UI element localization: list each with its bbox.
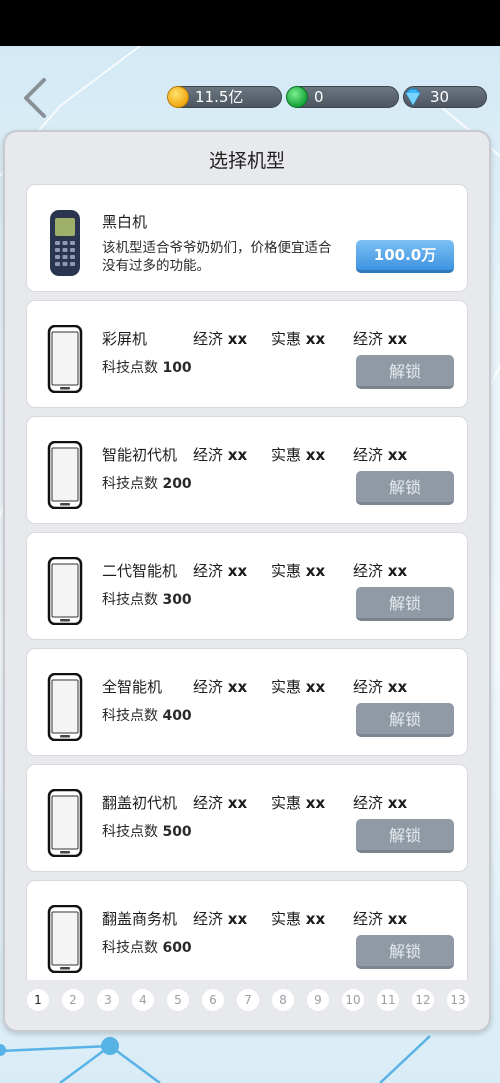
select-model-panel: 选择机型 黑白机 该机型适合爷爷奶奶们，价格便宜适合没有过多的功能。 100.0… (3, 130, 491, 1032)
panel-title: 选择机型 (208, 150, 285, 172)
gold-coin-icon (167, 86, 189, 108)
stat-3: 经济 xx (353, 330, 408, 348)
stat-3: 经济 xx (353, 794, 408, 812)
page-dot-12[interactable]: 12 (412, 989, 434, 1011)
green-gem-icon (286, 86, 308, 108)
stat-1: 经济 xx (193, 330, 248, 348)
model-name: 二代智能机 (102, 562, 178, 580)
page-dot-3[interactable]: 3 (97, 989, 119, 1011)
stat-3: 经济 xx (353, 678, 408, 696)
unlock-button[interactable]: 解锁 (356, 703, 454, 737)
unlock-button[interactable]: 解锁 (356, 819, 454, 853)
chevron-left-icon (24, 78, 46, 118)
tech-points: 科技点数 200 (102, 476, 192, 492)
stat-2: 实惠 xx (271, 678, 326, 696)
tech-points: 科技点数 100 (102, 360, 192, 376)
stat-1: 经济 xx (193, 446, 248, 464)
model-description: 该机型适合爷爷奶奶们，价格便宜适合没有过多的功能。 (102, 240, 332, 274)
smartphone-icon (47, 441, 83, 509)
stat-2: 实惠 xx (271, 910, 326, 928)
gold-counter: 11.5亿 (167, 86, 282, 108)
smartphone-icon (47, 673, 83, 741)
stat-2: 实惠 xx (271, 562, 326, 580)
unlock-button[interactable]: 解锁 (356, 471, 454, 505)
page-dot-11[interactable]: 11 (377, 989, 399, 1011)
model-name: 智能初代机 (102, 446, 178, 464)
tech-points: 科技点数 300 (102, 592, 192, 608)
page-dot-7[interactable]: 7 (237, 989, 259, 1011)
stat-1: 经济 xx (193, 562, 248, 580)
model-name: 黑白机 (102, 213, 148, 231)
back-button[interactable] (18, 76, 54, 120)
green-points-value: 0 (314, 88, 324, 106)
model-list[interactable]: 黑白机 该机型适合爷爷奶奶们，价格便宜适合没有过多的功能。 100.0万 彩屏机… (26, 184, 470, 980)
stat-1: 经济 xx (193, 678, 248, 696)
model-name: 彩屏机 (102, 330, 148, 348)
model-card-featured: 黑白机 该机型适合爷爷奶奶们，价格便宜适合没有过多的功能。 100.0万 (26, 184, 468, 292)
diamond-icon (402, 86, 424, 108)
stat-2: 实惠 xx (271, 794, 326, 812)
model-name: 翻盖商务机 (102, 910, 178, 928)
stat-3: 经济 xx (353, 562, 408, 580)
stat-1: 经济 xx (193, 794, 248, 812)
page-dot-2[interactable]: 2 (62, 989, 84, 1011)
page-dot-9[interactable]: 9 (307, 989, 329, 1011)
page-indicator: 1 2 3 4 5 6 7 8 9 10 11 12 13 (27, 989, 471, 1011)
model-card-5: 翻盖初代机 经济 xx 实惠 xx 经济 xx 科技点数 500 解锁 (26, 764, 468, 872)
smartphone-icon (47, 557, 83, 625)
stat-2: 实惠 xx (271, 330, 326, 348)
feature-phone-icon (50, 210, 80, 276)
smartphone-icon (47, 789, 83, 857)
tech-points: 科技点数 500 (102, 824, 192, 840)
model-card-4: 全智能机 经济 xx 实惠 xx 经济 xx 科技点数 400 解锁 (26, 648, 468, 756)
stat-3: 经济 xx (353, 446, 408, 464)
smartphone-icon (47, 905, 83, 973)
page-dot-5[interactable]: 5 (167, 989, 189, 1011)
model-name: 全智能机 (102, 678, 163, 696)
model-card-2: 智能初代机 经济 xx 实惠 xx 经济 xx 科技点数 200 解锁 (26, 416, 468, 524)
gold-value: 11.5亿 (195, 88, 244, 106)
page-dot-1[interactable]: 1 (27, 989, 49, 1011)
page-dot-10[interactable]: 10 (342, 989, 364, 1011)
page-dot-6[interactable]: 6 (202, 989, 224, 1011)
diamond-value: 30 (430, 88, 450, 106)
stat-3: 经济 xx (353, 910, 408, 928)
status-bar (0, 0, 500, 46)
model-card-3: 二代智能机 经济 xx 实惠 xx 经济 xx 科技点数 300 解锁 (26, 532, 468, 640)
green-points-counter: 0 (286, 86, 399, 108)
model-name: 翻盖初代机 (102, 794, 178, 812)
page-dot-13[interactable]: 13 (447, 989, 469, 1011)
stat-2: 实惠 xx (271, 446, 326, 464)
tech-points: 科技点数 600 (102, 940, 192, 956)
unlock-button[interactable]: 解锁 (356, 935, 454, 969)
buy-price-button[interactable]: 100.0万 (356, 240, 454, 273)
page-dot-8[interactable]: 8 (272, 989, 294, 1011)
unlock-button[interactable]: 解锁 (356, 587, 454, 621)
smartphone-icon (47, 325, 83, 393)
diamond-counter: 30 (403, 86, 487, 108)
page-dot-4[interactable]: 4 (132, 989, 154, 1011)
model-card-6: 翻盖商务机 经济 xx 实惠 xx 经济 xx 科技点数 600 解锁 (26, 880, 468, 980)
unlock-button[interactable]: 解锁 (356, 355, 454, 389)
tech-points: 科技点数 400 (102, 708, 192, 724)
model-card-1: 彩屏机 经济 xx 实惠 xx 经济 xx 科技点数 100 解锁 (26, 300, 468, 408)
stat-1: 经济 xx (193, 910, 248, 928)
